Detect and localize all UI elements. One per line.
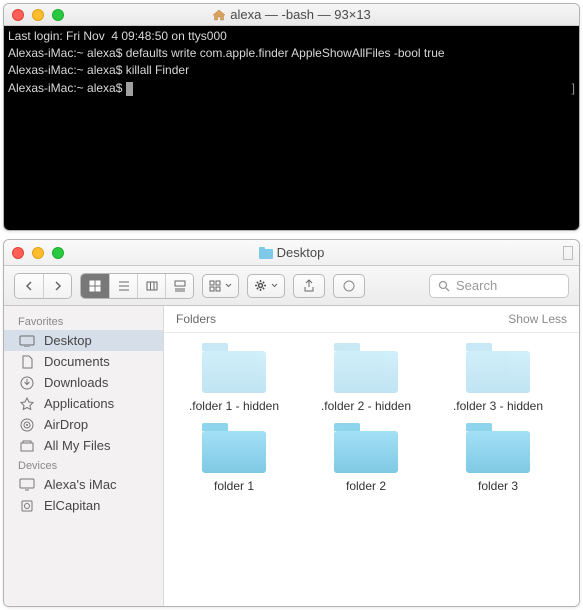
finder-toolbar: Search bbox=[4, 266, 579, 306]
sidebar-item-documents[interactable]: Documents bbox=[4, 351, 163, 372]
arrange-icon bbox=[209, 280, 221, 292]
gear-icon bbox=[254, 279, 267, 292]
coverflow-view-button[interactable] bbox=[165, 274, 193, 298]
imac-icon bbox=[19, 478, 35, 491]
column-view-button[interactable] bbox=[137, 274, 165, 298]
forward-button[interactable] bbox=[43, 274, 71, 298]
sidebar-item-imac[interactable]: Alexa's iMac bbox=[4, 474, 163, 495]
sidebar-item-allmyfiles[interactable]: All My Files bbox=[4, 435, 163, 456]
sidebar-item-elcapitan[interactable]: ElCapitan bbox=[4, 495, 163, 516]
folder-icon bbox=[334, 423, 398, 473]
share-icon bbox=[303, 279, 315, 292]
sidebar-head-devices: Devices bbox=[4, 456, 163, 474]
folder-item[interactable]: .folder 1 - hidden bbox=[168, 343, 300, 413]
maximize-icon[interactable] bbox=[52, 247, 64, 259]
folder-label: .folder 3 - hidden bbox=[453, 399, 543, 413]
sidebar-head-favorites: Favorites bbox=[4, 312, 163, 330]
folder-icon bbox=[466, 423, 530, 473]
folders-section-header: Folders Show Less bbox=[164, 306, 579, 333]
home-icon bbox=[212, 9, 226, 21]
folder-icon bbox=[202, 343, 266, 393]
cursor-icon bbox=[126, 82, 133, 96]
show-less-button[interactable]: Show Less bbox=[508, 312, 567, 326]
close-icon[interactable] bbox=[12, 9, 24, 21]
folder-label: folder 1 bbox=[214, 479, 254, 493]
folder-icon bbox=[202, 423, 266, 473]
icon-view-button[interactable] bbox=[81, 274, 109, 298]
terminal-window: alexa — -bash — 93×13 Last login: Fri No… bbox=[3, 3, 580, 231]
folder-label: .folder 2 - hidden bbox=[321, 399, 411, 413]
minimize-icon[interactable] bbox=[32, 247, 44, 259]
share-button[interactable] bbox=[293, 274, 325, 298]
maximize-icon[interactable] bbox=[52, 9, 64, 21]
finder-titlebar[interactable]: Desktop bbox=[4, 240, 579, 266]
folder-icon bbox=[334, 343, 398, 393]
tag-icon bbox=[343, 280, 355, 292]
minimize-icon[interactable] bbox=[32, 9, 44, 21]
desktop-icon bbox=[19, 335, 35, 347]
folder-item[interactable]: folder 1 bbox=[168, 423, 300, 493]
chevron-down-icon bbox=[271, 283, 278, 288]
terminal-title: alexa — -bash — 93×13 bbox=[230, 7, 371, 22]
sidebar-item-airdrop[interactable]: AirDrop bbox=[4, 414, 163, 435]
expand-icon[interactable] bbox=[563, 246, 573, 260]
finder-sidebar: Favorites Desktop Documents Downloads Ap… bbox=[4, 306, 164, 606]
list-view-button[interactable] bbox=[109, 274, 137, 298]
document-icon bbox=[21, 355, 33, 369]
search-icon bbox=[438, 280, 450, 292]
search-placeholder: Search bbox=[456, 278, 497, 293]
sidebar-item-downloads[interactable]: Downloads bbox=[4, 372, 163, 393]
section-label: Folders bbox=[176, 312, 216, 326]
arrange-dropdown[interactable] bbox=[202, 274, 239, 298]
search-field[interactable]: Search bbox=[429, 274, 569, 298]
sidebar-item-desktop[interactable]: Desktop bbox=[4, 330, 163, 351]
folder-icon bbox=[466, 343, 530, 393]
folder-item[interactable]: .folder 2 - hidden bbox=[300, 343, 432, 413]
finder-window: Desktop Search Favorit bbox=[3, 239, 580, 607]
nav-buttons bbox=[14, 273, 72, 299]
folder-icon bbox=[259, 247, 273, 259]
close-icon[interactable] bbox=[12, 247, 24, 259]
action-dropdown[interactable] bbox=[247, 274, 285, 298]
folder-item[interactable]: folder 3 bbox=[432, 423, 564, 493]
folder-label: folder 3 bbox=[478, 479, 518, 493]
disk-icon bbox=[20, 499, 34, 513]
terminal-output[interactable]: Last login: Fri Nov 4 09:48:50 on ttys00… bbox=[4, 26, 579, 230]
terminal-titlebar[interactable]: alexa — -bash — 93×13 bbox=[4, 4, 579, 26]
folder-item[interactable]: folder 2 bbox=[300, 423, 432, 493]
finder-title: Desktop bbox=[277, 245, 325, 260]
back-button[interactable] bbox=[15, 274, 43, 298]
airdrop-icon bbox=[20, 418, 34, 432]
files-icon bbox=[20, 440, 34, 452]
sidebar-item-applications[interactable]: Applications bbox=[4, 393, 163, 414]
folder-label: folder 2 bbox=[346, 479, 386, 493]
chevron-down-icon bbox=[225, 283, 232, 288]
folder-grid: .folder 1 - hidden .folder 2 - hidden .fol… bbox=[164, 333, 579, 503]
finder-content: Folders Show Less .folder 1 - hidden.fol… bbox=[164, 306, 579, 606]
folder-item[interactable]: .folder 3 - hidden bbox=[432, 343, 564, 413]
view-mode-buttons bbox=[80, 273, 194, 299]
download-icon bbox=[20, 376, 34, 390]
applications-icon bbox=[20, 397, 34, 411]
tags-button[interactable] bbox=[333, 274, 365, 298]
folder-label: .folder 1 - hidden bbox=[189, 399, 279, 413]
